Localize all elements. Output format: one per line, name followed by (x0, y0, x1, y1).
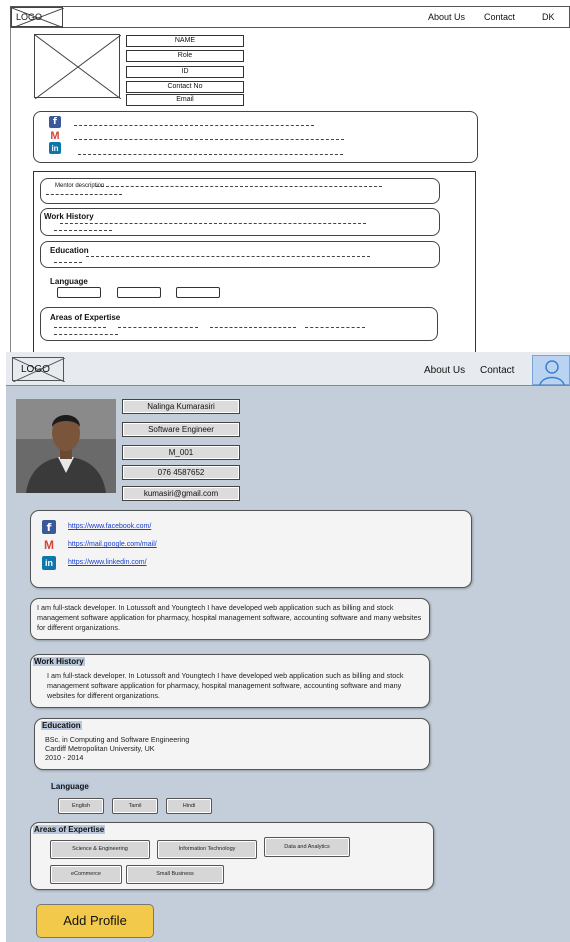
profile-photo-image (16, 399, 116, 493)
language-chip-hindi[interactable]: Hindi (166, 798, 212, 814)
wireframe-gmail-link-placeholder (74, 139, 344, 140)
expertise-chip-it[interactable]: Information Technology (157, 840, 257, 859)
profile-photo (16, 399, 116, 493)
description-text: I am full-stack developer. In Lotussoft … (37, 603, 422, 632)
wireframe-description-card: Mentor description (40, 178, 440, 204)
wireframe-description-line-2 (46, 194, 122, 195)
mockup-logo[interactable]: LOGO (12, 357, 65, 382)
user-avatar-icon[interactable] (532, 355, 570, 386)
wireframe-description-line (96, 186, 382, 187)
wireframe-name-field[interactable]: NAME (126, 35, 244, 47)
wireframe-role-field[interactable]: Role (126, 50, 244, 62)
profile-email-field[interactable]: kumasiri@gmail.com (122, 486, 240, 501)
wireframe-expertise-line (305, 327, 365, 328)
wireframe-contact-field[interactable]: Contact No (126, 81, 244, 93)
wireframe-id-field[interactable]: ID (126, 66, 244, 78)
work-history-text: I am full-stack developer. In Lotussoft … (47, 671, 404, 700)
wireframe-expertise-line (54, 327, 106, 328)
wireframe-expertise-line (118, 327, 198, 328)
wireframe-work-history-card: Work History (40, 208, 440, 236)
expertise-chip-data[interactable]: Data and Analytics (264, 837, 350, 857)
profile-role-field[interactable]: Software Engineer (122, 422, 240, 437)
profile-name-field[interactable]: Nalinga Kumarasiri (122, 399, 240, 414)
gmail-icon[interactable]: M (49, 130, 61, 142)
wireframe-language-title: Language (50, 277, 88, 286)
gmail-icon[interactable]: M (42, 538, 56, 552)
wireframe-photo-placeholder (34, 34, 122, 100)
expertise-chip-science[interactable]: Science & Engineering (50, 840, 150, 859)
facebook-link[interactable]: https://www.facebook.com/ (68, 523, 151, 530)
wireframe-linkedin-link-placeholder (78, 154, 343, 155)
expertise-chip-ecommerce[interactable]: eCommerce (50, 865, 122, 884)
wireframe-nav-user[interactable]: DK (542, 12, 555, 22)
linkedin-icon[interactable]: in (49, 142, 61, 154)
wireframe-expertise-line (210, 327, 296, 328)
wireframe-language-box[interactable] (176, 287, 220, 298)
wireframe-language-box[interactable] (117, 287, 161, 298)
wireframe-logo[interactable]: LOGO (11, 7, 64, 28)
wireframe-left-border (10, 28, 11, 352)
user-icon (539, 360, 565, 386)
social-links-card (30, 510, 472, 588)
description-card: I am full-stack developer. In Lotussoft … (30, 598, 430, 640)
mockup-logo-text: LOGO (21, 364, 50, 375)
linkedin-icon[interactable]: in (42, 556, 56, 570)
mockup-nav-contact[interactable]: Contact (480, 365, 514, 376)
expertise-title: Areas of Expertise (33, 825, 106, 834)
wireframe-education-card: Education (40, 241, 440, 268)
linkedin-link[interactable]: https://www.linkedin.com/ (68, 559, 147, 566)
wireframe-expertise-line (54, 334, 118, 335)
work-history-title: Work History (33, 657, 85, 666)
wireframe-facebook-link-placeholder (74, 125, 314, 126)
wireframe-education-line (86, 256, 370, 257)
gmail-link[interactable]: https://mail.google.com/mail/ (68, 541, 157, 548)
wireframe-social-card (33, 111, 478, 163)
add-profile-button[interactable]: Add Profile (36, 904, 154, 938)
wireframe-work-history-line (60, 223, 366, 224)
wireframe-expertise-card: Areas of Expertise (40, 307, 438, 341)
wireframe-expertise-title: Areas of Expertise (50, 313, 121, 322)
facebook-icon[interactable]: f (42, 520, 56, 534)
language-chip-tamil[interactable]: Tamil (112, 798, 158, 814)
profile-id-field[interactable]: M_001 (122, 445, 240, 460)
wireframe-language-box[interactable] (57, 287, 101, 298)
wireframe-work-history-line-2 (54, 230, 112, 231)
facebook-icon[interactable]: f (49, 116, 61, 128)
image-placeholder-icon (34, 34, 122, 100)
education-years: 2010 - 2014 (45, 753, 84, 762)
profile-contact-field[interactable]: 076 4587652 (122, 465, 240, 480)
mockup-panel: LOGO About Us Contact Nalinga Kumarasiri… (6, 352, 570, 942)
wireframe-nav-about[interactable]: About Us (428, 12, 465, 22)
wireframe-work-history-title: Work History (44, 212, 94, 221)
wireframe-logo-text: LOGO (16, 12, 43, 22)
language-title: Language (50, 782, 90, 791)
education-title: Education (41, 721, 82, 730)
wireframe-education-line-2 (54, 262, 82, 263)
wireframe-email-field[interactable]: Email (126, 94, 244, 106)
language-chip-english[interactable]: English (58, 798, 104, 814)
mockup-nav-about[interactable]: About Us (424, 365, 465, 376)
wireframe-panel: LOGO About Us Contact DK NAME Role ID Co… (0, 0, 570, 352)
work-history-card: Work History I am full-stack developer. … (30, 654, 430, 708)
education-card: Education BSc. in Computing and Software… (34, 718, 430, 770)
expertise-chip-small-business[interactable]: Small Business (126, 865, 224, 884)
wireframe-nav-contact[interactable]: Contact (484, 12, 515, 22)
wireframe-education-title: Education (50, 246, 89, 255)
